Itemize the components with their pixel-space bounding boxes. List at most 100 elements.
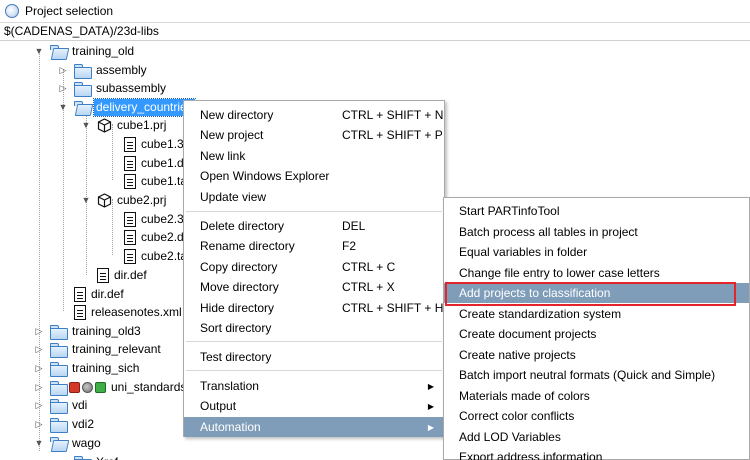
document-icon xyxy=(124,229,136,245)
menu-item-label: Delete directory xyxy=(200,219,285,233)
menu-item-label: Rename directory xyxy=(200,239,295,253)
collapse-toggle-icon[interactable]: ▼ xyxy=(58,102,68,112)
cube-project-icon xyxy=(97,117,112,133)
tree-node[interactable]: ▷ training_relevant xyxy=(34,339,163,359)
tree-node-label: Xref xyxy=(94,454,120,460)
menu-item-test-directory[interactable]: Test directory xyxy=(184,347,444,367)
submenu-item-change-file-entry-to-lower-case-letters[interactable]: Change file entry to lower case letters xyxy=(444,263,749,283)
submenu-item-correct-color-conflicts[interactable]: Correct color conflicts xyxy=(444,406,749,426)
menu-item-move-directory[interactable]: Move directory CTRL + X xyxy=(184,277,444,297)
tree-node-label: dir.def xyxy=(114,267,147,282)
expand-toggle-icon[interactable]: ▷ xyxy=(34,326,44,336)
submenu-arrow-icon: ▶ xyxy=(427,422,434,432)
menu-item-new-link[interactable]: New link xyxy=(184,146,444,166)
tree-node[interactable]: cube1.3 xyxy=(108,134,186,154)
submenu-item-label: Change file entry to lower case letters xyxy=(459,265,660,280)
submenu-item-equal-variables-in-folder[interactable]: Equal variables in folder xyxy=(444,242,749,262)
submenu-item-create-standardization-system[interactable]: Create standardization system xyxy=(444,304,749,324)
menu-item-shortcut: DEL xyxy=(342,219,366,233)
menu-item-label: Automation xyxy=(200,420,261,434)
expand-toggle-icon[interactable]: ▷ xyxy=(34,400,44,410)
expand-toggle-icon[interactable]: ▷ xyxy=(34,419,44,429)
tree-node[interactable]: cube1.d xyxy=(108,153,186,173)
menu-item-copy-directory[interactable]: Copy directory CTRL + C xyxy=(184,257,444,277)
expand-toggle-icon[interactable]: ▷ xyxy=(58,83,68,93)
tree-node[interactable]: ▼ cube1.prj xyxy=(81,115,168,135)
menu-item-new-directory[interactable]: New directory CTRL + SHIFT + N xyxy=(184,105,444,125)
menu-item-delete-directory[interactable]: Delete directory DEL xyxy=(184,216,444,236)
menu-item-translation[interactable]: Translation ▶ xyxy=(184,376,444,396)
menu-item-shortcut: CTRL + SHIFT + N xyxy=(342,108,444,122)
menu-item-label: Test directory xyxy=(200,350,272,364)
tree-node[interactable]: ▷ uni_standards xyxy=(34,377,188,397)
collapse-toggle-icon[interactable]: ▼ xyxy=(34,438,44,448)
menu-item-rename-directory[interactable]: Rename directory F2 xyxy=(184,236,444,256)
menu-item-shortcut: F2 xyxy=(342,239,357,253)
expand-toggle-icon[interactable]: ▷ xyxy=(34,363,44,373)
submenu-item-label: Batch process all tables in project xyxy=(459,224,638,239)
tree-node[interactable]: dir.def xyxy=(58,284,126,304)
submenu-item-batch-import-neutral-formats-quick-and-simple[interactable]: Batch import neutral formats (Quick and … xyxy=(444,365,749,385)
tree-node[interactable]: releasenotes.xml xyxy=(58,302,184,322)
menu-item-open-windows-explorer[interactable]: Open Windows Explorer xyxy=(184,166,444,186)
tree-node[interactable]: ▼ training_old xyxy=(34,41,136,61)
expand-toggle-icon[interactable]: ▷ xyxy=(58,65,68,75)
expand-toggle-icon[interactable]: ▷ xyxy=(34,382,44,392)
submenu-item-add-lod-variables[interactable]: Add LOD Variables xyxy=(444,427,749,447)
folder-icon xyxy=(50,398,68,414)
tree-node[interactable]: ▼ cube2.prj xyxy=(81,190,168,210)
collapse-toggle-icon[interactable]: ▼ xyxy=(81,195,91,205)
submenu-item-start-partinfotool[interactable]: Start PARTinfoTool xyxy=(444,201,749,221)
document-icon xyxy=(124,136,136,152)
tree-node[interactable]: Xref xyxy=(58,452,120,460)
path-field[interactable]: $(CADENAS_DATA)/23d-libs xyxy=(0,23,750,41)
tree-node[interactable]: cube1.ta xyxy=(108,171,189,191)
tree-node[interactable]: ▷ subassembly xyxy=(58,78,168,98)
folder-icon xyxy=(50,324,68,340)
submenu-arrow-icon: ▶ xyxy=(427,381,434,391)
submenu-item-export-address-information[interactable]: Export address information xyxy=(444,447,749,460)
tree-node[interactable]: ▷ training_old3 xyxy=(34,321,143,341)
submenu-item-batch-process-all-tables-in-project[interactable]: Batch process all tables in project xyxy=(444,222,749,242)
window-title: Project selection xyxy=(25,4,114,18)
folder-icon xyxy=(74,81,92,97)
tree-node[interactable]: ▼ wago xyxy=(34,433,103,453)
menu-item-hide-directory[interactable]: Hide directory CTRL + SHIFT + H xyxy=(184,298,444,318)
expand-toggle-icon[interactable]: ▷ xyxy=(34,344,44,354)
collapse-toggle-icon[interactable]: ▼ xyxy=(34,46,44,56)
submenu-item-label: Batch import neutral formats (Quick and … xyxy=(459,368,716,382)
menu-item-shortcut: CTRL + X xyxy=(342,280,395,294)
menu-item-output[interactable]: Output ▶ xyxy=(184,396,444,416)
tree-node[interactable]: ▷ assembly xyxy=(58,60,149,80)
collapse-toggle-icon[interactable]: ▼ xyxy=(81,120,91,130)
folder-icon xyxy=(50,380,68,396)
tree-node[interactable]: ▷ vdi xyxy=(34,395,89,415)
tree-node[interactable]: ▷ vdi2 xyxy=(34,414,96,434)
tree-node-label: dir.def xyxy=(91,286,124,301)
tree-node-label: wago xyxy=(72,435,101,450)
tree-node[interactable]: cube2.3 xyxy=(108,209,186,229)
submenu-item-create-document-projects[interactable]: Create document projects xyxy=(444,324,749,344)
submenu-item-materials-made-of-colors[interactable]: Materials made of colors xyxy=(444,386,749,406)
menu-item-label: Output xyxy=(200,399,237,413)
tree-node[interactable]: dir.def xyxy=(81,265,149,285)
submenu-item-label: Materials made of colors xyxy=(459,388,590,403)
tree-node-label: training_old xyxy=(72,43,135,58)
menu-item-sort-directory[interactable]: Sort directory xyxy=(184,318,444,338)
menu-item-label: New project xyxy=(200,128,264,142)
tree-node[interactable]: cube2.ta xyxy=(108,246,189,266)
menu-item-automation[interactable]: Automation ▶ xyxy=(184,417,444,437)
tree-node[interactable]: cube2.d xyxy=(108,227,186,247)
tree-node[interactable]: ▷ training_sich xyxy=(34,358,141,378)
submenu-item-create-native-projects[interactable]: Create native projects xyxy=(444,345,749,365)
open-folder-icon xyxy=(50,44,67,58)
tree-node[interactable]: ▼ delivery_countries xyxy=(58,97,196,117)
context-menu: New directory CTRL + SHIFT + N New project… xyxy=(183,100,445,437)
menu-item-new-project[interactable]: New project CTRL + SHIFT + P xyxy=(184,125,444,145)
submenu-arrow-icon: ▶ xyxy=(427,401,434,411)
menu-item-update-view[interactable]: Update view xyxy=(184,187,444,207)
